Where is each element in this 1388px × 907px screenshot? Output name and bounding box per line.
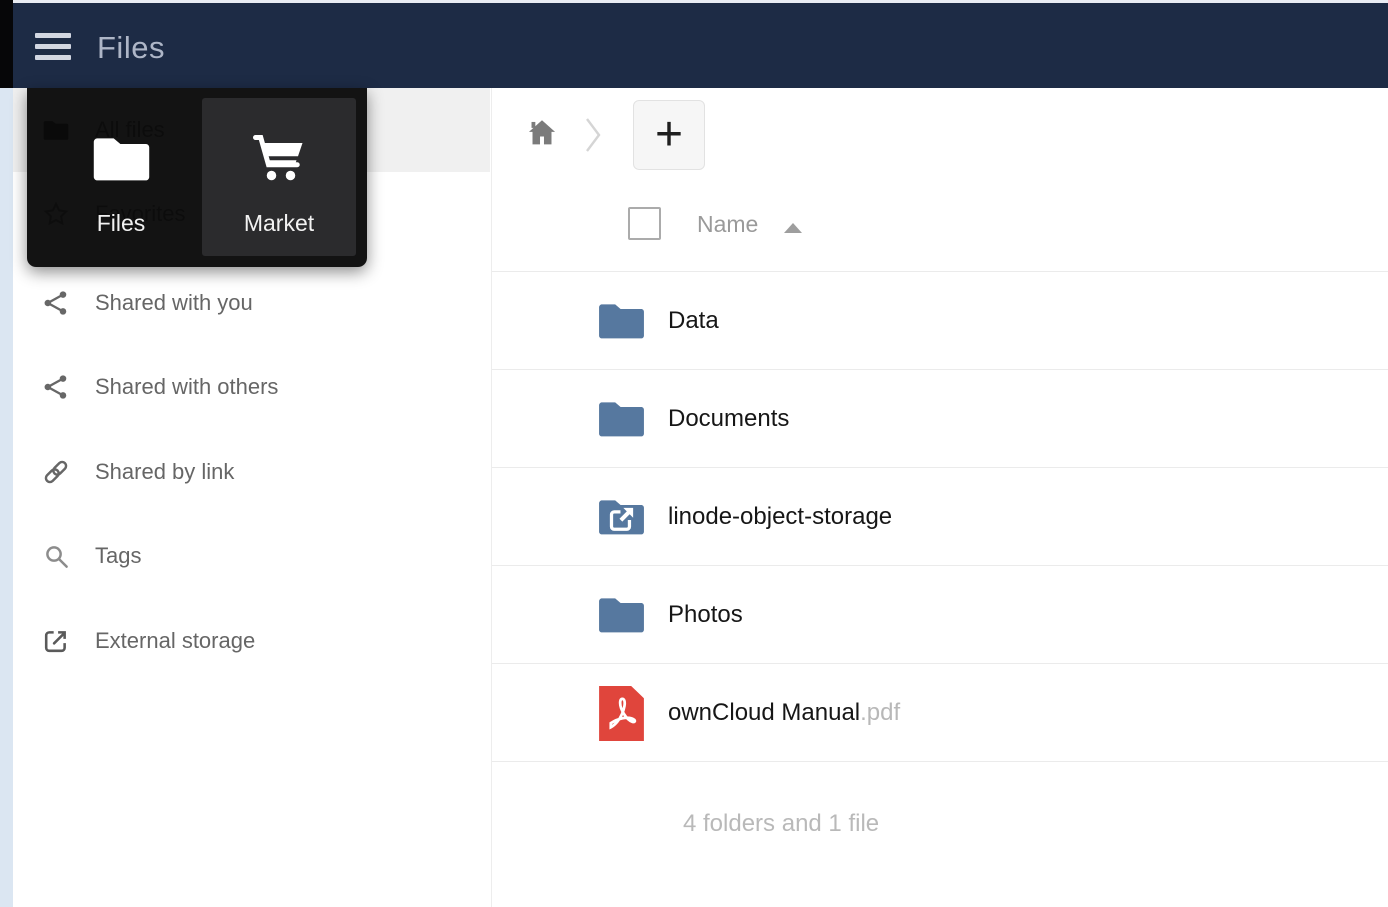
sidebar-item-tags[interactable]: Tags (13, 514, 490, 598)
file-name: Documents (668, 370, 789, 468)
hamburger-icon[interactable] (35, 33, 71, 60)
breadcrumb-home[interactable] (525, 116, 559, 150)
share-icon (40, 261, 72, 345)
app-menu-item-files[interactable]: Files (44, 98, 198, 256)
folder-icon (594, 566, 648, 664)
file-name: Photos (668, 566, 743, 664)
folder-icon (594, 272, 648, 370)
file-row-documents[interactable]: Documents (492, 370, 1388, 468)
file-list-summary: 4 folders and 1 file (683, 810, 879, 838)
app-menu-item-market[interactable]: Market (202, 98, 356, 256)
app-menu-dropdown: FilesMarket (27, 88, 367, 267)
file-name: ownCloud Manual.pdf (668, 664, 900, 762)
file-row-owncloud-manual[interactable]: ownCloud Manual.pdf (492, 664, 1388, 762)
pdf-icon (594, 664, 648, 762)
sort-ascending-icon (784, 223, 802, 233)
app-menu-item-label: Files (44, 210, 198, 237)
sidebar-item-shared-with-you[interactable]: Shared with you (13, 261, 490, 345)
folder-icon (594, 370, 648, 468)
header-bar: Files (13, 3, 1388, 88)
external-link-icon (40, 599, 72, 683)
folder-white-icon (44, 128, 198, 190)
left-edge-strip (0, 88, 13, 907)
sidebar-item-label: Shared with you (95, 261, 253, 345)
sidebar-item-label: External storage (95, 599, 255, 683)
sidebar-item-shared-by-link[interactable]: Shared by link (13, 430, 490, 514)
sidebar-item-shared-with-others[interactable]: Shared with others (13, 345, 490, 429)
chevron-right-icon (581, 115, 605, 155)
sidebar-item-label: Tags (95, 514, 141, 598)
file-name: linode-object-storage (668, 468, 892, 566)
file-table-header: Name (492, 190, 1388, 272)
link-icon (40, 430, 72, 514)
app-menu-item-label: Market (202, 210, 356, 237)
main-content: + Name DataDocumentslinode-object-storag… (492, 88, 1388, 907)
owncloud-files-page: Files All filesFavoritesShared with youS… (0, 0, 1388, 907)
sidebar-item-external-storage[interactable]: External storage (13, 599, 490, 683)
file-extension: .pdf (860, 699, 900, 727)
share-icon (40, 345, 72, 429)
file-rows: DataDocumentslinode-object-storagePhotos… (492, 272, 1388, 762)
sidebar-item-label: Shared with others (95, 345, 278, 429)
file-row-data[interactable]: Data (492, 272, 1388, 370)
left-edge-strip-top (0, 0, 13, 88)
cart-icon (202, 128, 356, 190)
folder-external-icon (594, 468, 648, 566)
file-name: Data (668, 272, 719, 370)
sidebar-item-label: Shared by link (95, 430, 234, 514)
file-row-photos[interactable]: Photos (492, 566, 1388, 664)
home-icon (525, 137, 559, 154)
name-column-header[interactable]: Name (697, 211, 758, 238)
magnifier-icon (40, 514, 72, 598)
file-row-linode-object-storage[interactable]: linode-object-storage (492, 468, 1388, 566)
page-title: Files (97, 30, 165, 66)
select-all-checkbox[interactable] (628, 207, 661, 240)
new-file-button[interactable]: + (633, 100, 705, 170)
